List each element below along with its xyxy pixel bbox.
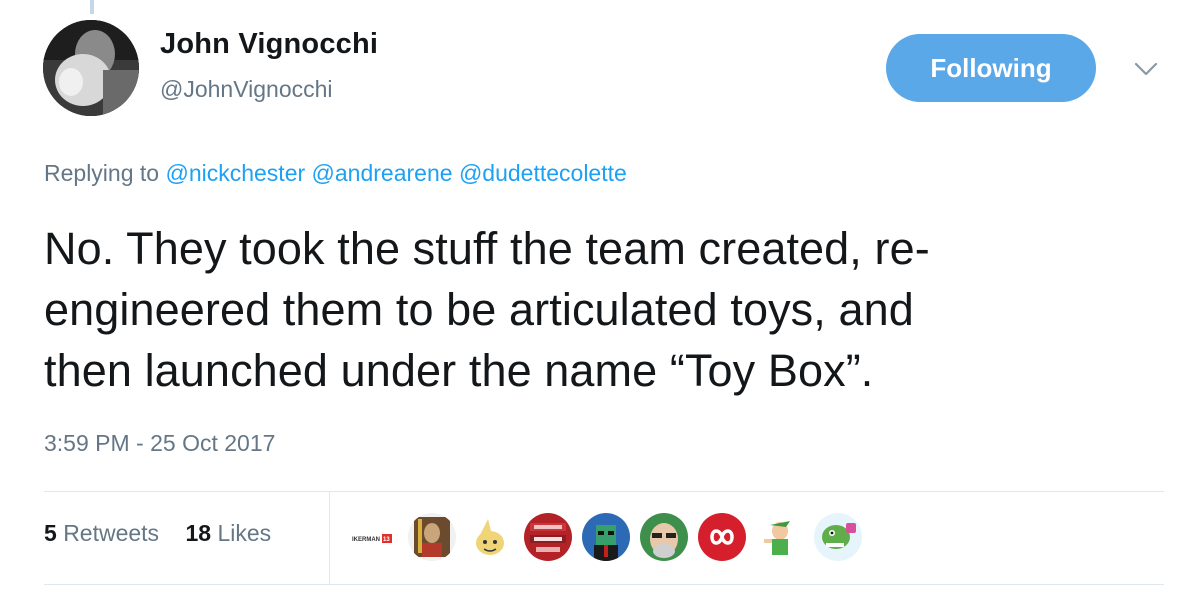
retweets-stat[interactable]: 5 Retweets — [44, 520, 159, 547]
likes-count: 18 — [185, 520, 212, 546]
chevron-down-icon[interactable] — [1134, 60, 1158, 78]
liker-avatar[interactable] — [640, 513, 688, 561]
tweet-text-line: engineered them to be articulated toys, … — [44, 284, 914, 335]
liker-avatar[interactable] — [814, 513, 862, 561]
stats-vertical-divider — [329, 492, 330, 584]
mention-link[interactable]: @nickchester — [165, 160, 305, 186]
liker-avatar[interactable] — [756, 513, 804, 561]
tweet-stats: 5 Retweets 18 Likes — [44, 520, 271, 547]
liker-logo-text: IKERMAN — [352, 537, 380, 543]
tweet-text-line: No. They took the stuff the team created… — [44, 223, 930, 274]
mention-link[interactable]: @dudettecolette — [459, 160, 627, 186]
liker-avatar[interactable] — [466, 513, 514, 561]
liker-avatar[interactable] — [698, 513, 746, 561]
liker-logo-badge: 13 — [383, 537, 390, 543]
reply-context: Replying to @nickchester @andrearene @du… — [44, 160, 627, 187]
liker-avatar[interactable] — [582, 513, 630, 561]
retweets-count: 5 — [44, 520, 57, 546]
stats-top-divider — [44, 491, 1164, 492]
mention-link[interactable]: @andrearene — [312, 160, 453, 186]
stats-bottom-divider — [44, 584, 1164, 585]
author-name[interactable]: John Vignocchi — [160, 28, 378, 61]
liker-avatar[interactable] — [524, 513, 572, 561]
replying-to-label: Replying to — [44, 160, 160, 186]
liker-avatar[interactable] — [408, 513, 456, 561]
liker-avatar[interactable]: IKERMAN 13 — [348, 513, 396, 561]
following-button[interactable]: Following — [886, 34, 1096, 102]
tweet-timestamp[interactable]: 3:59 PM - 25 Oct 2017 — [44, 430, 275, 457]
likes-stat[interactable]: 18 Likes — [185, 520, 271, 547]
tweet-text: No. They took the stuff the team created… — [44, 218, 1154, 401]
thread-line — [90, 0, 94, 14]
author-avatar[interactable] — [43, 20, 139, 116]
retweets-label: Retweets — [63, 520, 160, 546]
author-handle[interactable]: @JohnVignocchi — [160, 76, 333, 103]
tweet-text-line: then launched under the name “Toy Box”. — [44, 345, 874, 396]
likes-label: Likes — [217, 520, 272, 546]
